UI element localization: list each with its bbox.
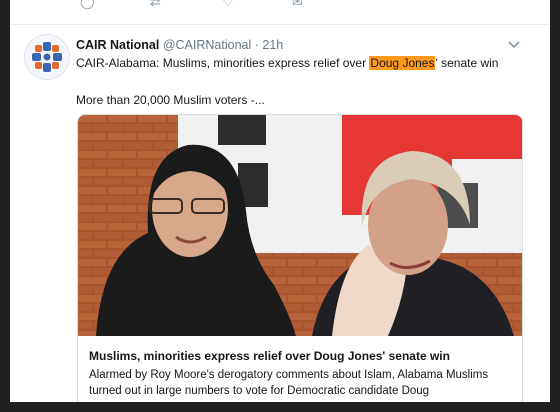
retweet-icon[interactable]: ⇄ — [150, 0, 161, 10]
like-icon[interactable]: ♡ — [222, 0, 234, 10]
tweet-timestamp[interactable]: 21h — [262, 38, 283, 52]
tweet-text-end: ' senate win — [435, 56, 499, 70]
tweet-text-start: CAIR-Alabama: Muslims, minorities expres… — [76, 56, 370, 70]
tweet-header: CAIR National @CAIRNational · 21h — [76, 38, 283, 52]
card-title[interactable]: Muslims, minorities express relief over … — [89, 349, 450, 363]
tweet-text-more: More than 20,000 Muslim voters -... — [76, 93, 265, 107]
dm-icon[interactable]: ✉ — [292, 0, 303, 10]
previous-tweet-actions: ◯ ⇄ ♡ ✉ — [10, 0, 550, 25]
card-description: Alarmed by Roy Moore's derogatory commen… — [89, 369, 489, 397]
cair-logo-icon — [32, 42, 62, 72]
author-name[interactable]: CAIR National — [76, 38, 159, 52]
reply-icon[interactable]: ◯ — [80, 0, 95, 10]
separator-dot: · — [254, 38, 259, 52]
article-photo[interactable] — [78, 115, 522, 336]
search-highlight: Doug Jones — [369, 56, 436, 70]
tweet-text: CAIR-Alabama: Muslims, minorities expres… — [76, 56, 498, 70]
link-card[interactable]: Muslims, minorities express relief over … — [77, 114, 523, 402]
chevron-down-icon[interactable] — [508, 36, 520, 52]
author-handle[interactable]: @CAIRNational — [163, 38, 251, 52]
tweet-container: ◯ ⇄ ♡ ✉ CAIR National @CAIRNational · 21… — [10, 0, 550, 402]
avatar[interactable] — [24, 34, 70, 80]
